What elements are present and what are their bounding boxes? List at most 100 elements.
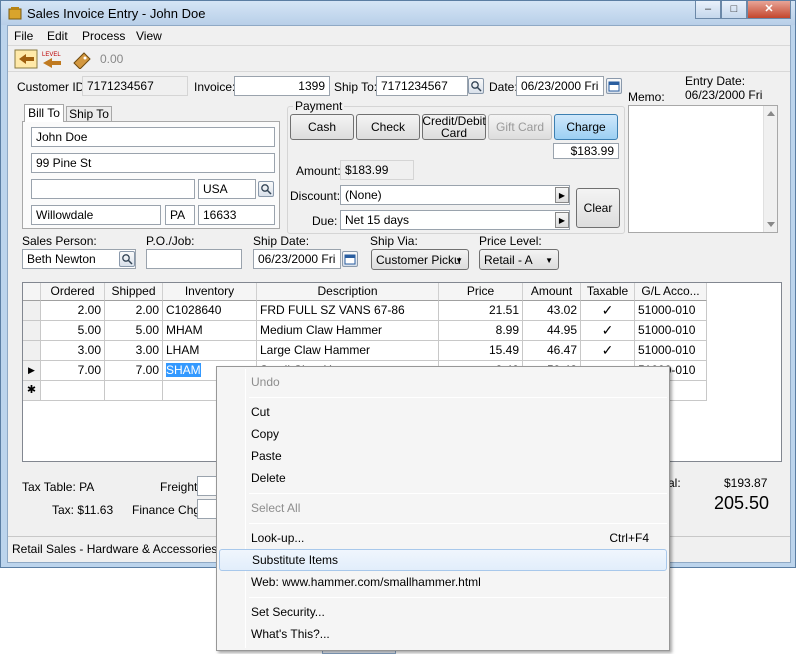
due-field[interactable]: Net 15 days	[340, 210, 570, 230]
bill-city-field[interactable]: Willowdale	[31, 205, 161, 225]
cell-gl-account[interactable]: 51000-010	[635, 301, 707, 321]
cash-button[interactable]: Cash	[290, 114, 354, 140]
cell-inventory[interactable]: LHAM	[163, 341, 257, 361]
calendar-icon	[608, 81, 620, 92]
col-price[interactable]: Price	[439, 283, 523, 301]
bill-line3-field[interactable]	[31, 179, 195, 199]
current-row-indicator[interactable]: ▶	[23, 361, 41, 381]
country-lookup-button[interactable]	[258, 181, 274, 197]
menu-undo[interactable]: Undo	[219, 371, 667, 393]
col-taxable[interactable]: Taxable	[581, 283, 635, 301]
menu-file[interactable]: File	[14, 29, 33, 43]
calendar-button[interactable]	[606, 78, 622, 94]
cell-ordered[interactable]: 7.00	[41, 361, 105, 381]
new-row-indicator[interactable]: ✱	[23, 381, 41, 401]
row-header[interactable]	[23, 301, 41, 321]
menu-delete[interactable]: Delete	[219, 467, 667, 489]
level-icon[interactable]: LEVEL	[40, 49, 64, 69]
sales-person-lookup-button[interactable]	[119, 251, 135, 267]
cell-price[interactable]: 15.49	[439, 341, 523, 361]
cell-amount[interactable]: 46.47	[523, 341, 581, 361]
discount-label: Discount:	[290, 189, 341, 203]
col-amount[interactable]: Amount	[523, 283, 581, 301]
invoice-icon[interactable]	[14, 49, 38, 69]
menu-copy[interactable]: Copy	[219, 423, 667, 445]
new-cell[interactable]	[105, 381, 163, 401]
check-button[interactable]: Check	[356, 114, 420, 140]
menu-set-security[interactable]: Set Security...	[219, 601, 667, 623]
maximize-button[interactable]: □	[721, 1, 747, 19]
cell-ordered[interactable]: 3.00	[41, 341, 105, 361]
invoice-field[interactable]: 1399	[234, 76, 330, 96]
menu-web-link[interactable]: Web: www.hammer.com/smallhammer.html	[219, 571, 667, 593]
menu-process[interactable]: Process	[82, 29, 125, 43]
cell-amount[interactable]: 44.95	[523, 321, 581, 341]
customer-id-field[interactable]: 7171234567	[82, 76, 188, 96]
cell-description[interactable]: Medium Claw Hammer	[257, 321, 439, 341]
cell-ordered[interactable]: 2.00	[41, 301, 105, 321]
tab-ship-to[interactable]: Ship To	[66, 106, 112, 122]
cell-shipped[interactable]: 3.00	[105, 341, 163, 361]
svg-text:LEVEL: LEVEL	[42, 52, 61, 58]
price-level-select[interactable]: Retail - A ▼	[479, 249, 559, 270]
ship-date-field[interactable]: 06/23/2000 Fri	[253, 249, 341, 269]
close-button[interactable]: ✕	[747, 1, 791, 19]
bill-country-field[interactable]: USA	[198, 179, 256, 199]
col-shipped[interactable]: Shipped	[105, 283, 163, 301]
cell-description[interactable]: FRD FULL SZ VANS 67-86	[257, 301, 439, 321]
credit-debit-card-button[interactable]: Credit/Debit Card	[422, 114, 486, 140]
row-header[interactable]	[23, 321, 41, 341]
po-job-field[interactable]	[146, 249, 242, 269]
bill-zip-field[interactable]: 16633	[198, 205, 275, 225]
discount-dropdown-button[interactable]: ▶	[555, 187, 569, 203]
discount-field[interactable]: (None)	[340, 185, 570, 205]
cell-gl-account[interactable]: 51000-010	[635, 341, 707, 361]
new-cell[interactable]	[41, 381, 105, 401]
menu-lookup[interactable]: Look-up... Ctrl+F4	[219, 527, 667, 549]
bill-name-field[interactable]: John Doe	[31, 127, 275, 147]
menu-cut[interactable]: Cut	[219, 401, 667, 423]
bill-state-field[interactable]: PA	[165, 205, 195, 225]
tag-icon[interactable]	[70, 49, 94, 69]
clear-button[interactable]: Clear	[576, 188, 620, 228]
cell-shipped[interactable]: 7.00	[105, 361, 163, 381]
ship-via-select[interactable]: Customer Picku ▼	[371, 249, 469, 270]
charge-button[interactable]: Charge	[554, 114, 618, 140]
bill-street-field[interactable]: 99 Pine St	[31, 153, 275, 173]
ship-date-calendar-button[interactable]	[342, 251, 358, 267]
row-header[interactable]	[23, 341, 41, 361]
chevron-right-icon: ▶	[558, 190, 566, 200]
cell-gl-account[interactable]: 51000-010	[635, 321, 707, 341]
menu-substitute-items[interactable]: Substitute Items	[219, 549, 667, 571]
memo-scrollbar[interactable]	[763, 106, 777, 232]
minimize-button[interactable]: –	[695, 1, 721, 19]
cell-shipped[interactable]: 2.00	[105, 301, 163, 321]
menu-select-all[interactable]: Select All	[219, 497, 667, 519]
col-description[interactable]: Description	[257, 283, 439, 301]
col-gl-account[interactable]: G/L Acco...	[635, 283, 707, 301]
menu-edit[interactable]: Edit	[47, 29, 68, 43]
ship-to-lookup-button[interactable]	[468, 78, 484, 94]
cell-taxable[interactable]: ✓	[581, 321, 635, 341]
cell-price[interactable]: 21.51	[439, 301, 523, 321]
menu-paste[interactable]: Paste	[219, 445, 667, 467]
cell-taxable[interactable]: ✓	[581, 301, 635, 321]
menu-whats-this[interactable]: What's This?...	[219, 623, 667, 645]
cell-price[interactable]: 8.99	[439, 321, 523, 341]
memo-textarea[interactable]	[628, 105, 778, 233]
cell-shipped[interactable]: 5.00	[105, 321, 163, 341]
gift-card-button[interactable]: Gift Card	[488, 114, 552, 140]
cell-taxable[interactable]: ✓	[581, 341, 635, 361]
cell-inventory[interactable]: C1028640	[163, 301, 257, 321]
cell-ordered[interactable]: 5.00	[41, 321, 105, 341]
due-dropdown-button[interactable]: ▶	[555, 212, 569, 228]
col-inventory[interactable]: Inventory	[163, 283, 257, 301]
ship-to-field[interactable]: 7171234567	[376, 76, 468, 96]
cell-description[interactable]: Large Claw Hammer	[257, 341, 439, 361]
menu-view[interactable]: View	[136, 29, 162, 43]
cell-inventory[interactable]: MHAM	[163, 321, 257, 341]
cell-amount[interactable]: 43.02	[523, 301, 581, 321]
tab-bill-to[interactable]: Bill To	[24, 104, 64, 122]
date-field[interactable]: 06/23/2000 Fri	[516, 76, 604, 96]
col-ordered[interactable]: Ordered	[41, 283, 105, 301]
